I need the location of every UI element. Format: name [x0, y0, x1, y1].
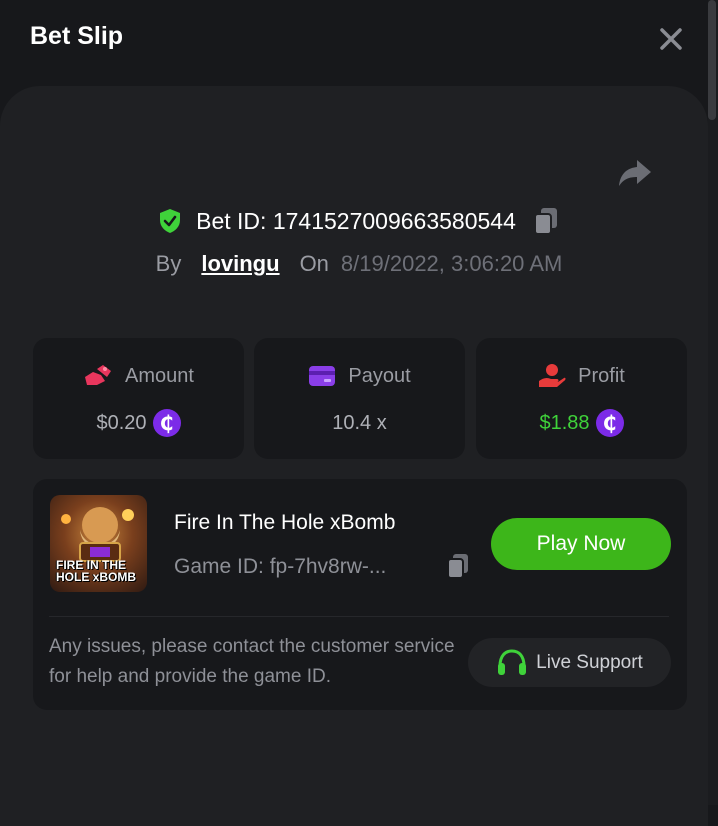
game-id: Game ID: fp-7hv8rw-... — [174, 555, 387, 578]
header: Bet Slip — [0, 0, 718, 76]
divider — [49, 616, 669, 617]
payout-header: Payout — [254, 362, 465, 390]
profit-header: Profit — [476, 362, 687, 390]
bet-id: Bet ID: 1741527009663580544 — [196, 207, 516, 234]
card-icon — [309, 366, 336, 386]
hand-coin-icon — [539, 364, 566, 387]
live-support-label: Live Support — [536, 651, 643, 673]
bet-date: 8/19/2022, 3:06:20 AM — [340, 251, 563, 276]
support-message: Any issues, please contact the customer … — [49, 636, 455, 687]
by-label: By — [155, 251, 182, 276]
amount-label: Amount — [125, 364, 194, 387]
bet-meta-row: By lovingu On 8/19/2022, 3:06:20 AM — [0, 246, 718, 282]
profit-card: Profit $1.88 ₵ — [476, 338, 687, 459]
game-thumb-text: FIRE IN THE HOLE xBOMB — [56, 558, 137, 584]
scrollbar-thumb[interactable] — [708, 0, 716, 120]
headset-icon — [498, 648, 527, 675]
close-button[interactable] — [654, 22, 688, 56]
on-label: On — [299, 251, 329, 276]
amount-icon — [85, 365, 112, 385]
game-title: Fire In The Hole xBomb — [174, 511, 396, 534]
bet-id-row: Bet ID: 1741527009663580544 — [0, 203, 718, 239]
payout-value-row: 10.4 x — [254, 408, 465, 438]
close-icon — [660, 28, 682, 50]
share-icon — [619, 160, 651, 186]
copy-icon[interactable] — [532, 206, 560, 236]
amount-value-row: $0.20 ₵ — [33, 408, 244, 438]
share-button[interactable] — [615, 152, 655, 192]
verified-shield-icon — [160, 209, 181, 233]
payout-label: Payout — [348, 364, 411, 387]
payout-value: 10.4 x — [332, 411, 387, 434]
game-thumbnail[interactable]: FIRE IN THE HOLE xBOMB — [50, 495, 147, 592]
coin-icon: ₵ — [595, 409, 624, 437]
scrollbar-track[interactable] — [708, 0, 718, 805]
profit-label: Profit — [578, 364, 625, 387]
amount-header: Amount — [33, 362, 244, 390]
amount-card: Amount $0.20 ₵ — [33, 338, 244, 459]
profit-value-row: $1.88 ₵ — [476, 408, 687, 438]
payout-card: Payout 10.4 x — [254, 338, 465, 459]
coin-icon: ₵ — [152, 409, 181, 437]
game-card: FIRE IN THE HOLE xBOMB Fire In The Hole … — [33, 479, 687, 710]
play-now-button[interactable]: Play Now — [491, 518, 671, 570]
username-link[interactable]: lovingu — [201, 251, 279, 277]
page-title: Bet Slip — [30, 22, 124, 50]
profit-value: $1.88 — [539, 411, 590, 434]
amount-value: $0.20 — [96, 411, 147, 434]
copy-icon[interactable] — [445, 552, 471, 580]
live-support-button[interactable]: Live Support — [468, 638, 671, 687]
